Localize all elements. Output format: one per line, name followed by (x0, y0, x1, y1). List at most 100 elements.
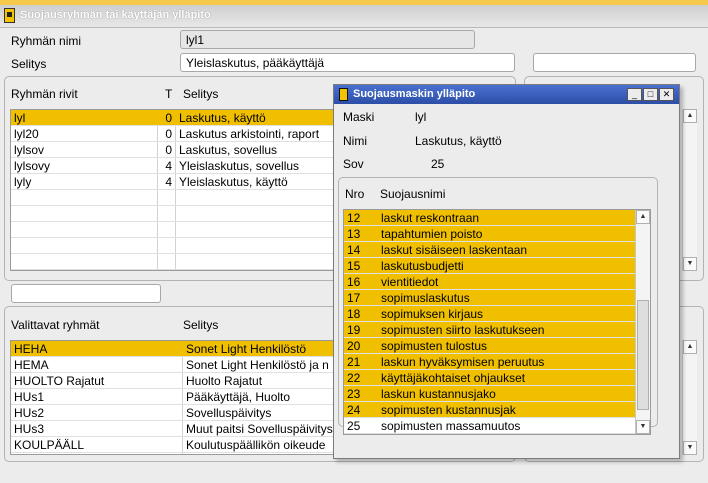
maximize-icon[interactable]: □ (643, 88, 658, 101)
dialog-logo-icon (339, 88, 348, 101)
table-row[interactable]: HEHA Sonet Light Henkilöstö (11, 341, 334, 357)
item-nro: 14 (347, 243, 361, 257)
mask-dialog: Suojausmaskin ylläpito _ □ ✕ Maski lyl N… (333, 84, 680, 459)
right-field[interactable] (533, 53, 696, 72)
window-title: Suojausryhmän tai käyttäjän ylläpito (20, 9, 211, 21)
item-name: laskut reskontraan (381, 211, 480, 225)
dialog-header-nro: Nro (345, 187, 365, 201)
right-lower-scrollbar[interactable]: ▲ ▼ (682, 340, 697, 455)
row-desc: Laskutus, käyttö (179, 111, 266, 125)
list-item[interactable]: 25 sopimusten massamuutos (344, 418, 635, 434)
item-nro: 18 (347, 307, 361, 321)
item-name: sopimusten tulostus (381, 339, 488, 353)
group-desc: Pääkäyttäjä, Huolto (186, 390, 291, 404)
nimi-value: Laskutus, käyttö (415, 134, 502, 148)
maski-value: lyl (415, 110, 427, 124)
table-row[interactable]: KOULPÄÄLL Koulutuspäällikön oikeude (11, 437, 334, 453)
table-row[interactable]: HUs1 Pääkäyttäjä, Huolto (11, 389, 334, 405)
scroll-down-icon[interactable]: ▼ (683, 441, 697, 455)
groups-header-name: Valittavat ryhmät (11, 318, 100, 332)
list-item[interactable]: 13 tapahtumien poisto (344, 226, 635, 242)
list-item[interactable]: 12 laskut reskontraan (344, 210, 635, 226)
right-upper-scrollbar[interactable]: ▲ ▼ (682, 109, 697, 271)
item-name: käyttäjäkohtaiset ohjaukset (381, 371, 526, 385)
list-item[interactable]: 23 laskun kustannusjako (344, 386, 635, 402)
table-row[interactable]: lylsov 0 Laskutus, sovellus (11, 142, 334, 158)
table-row[interactable]: HUs3 Muut paitsi Sovelluspäivitys (11, 421, 334, 437)
list-item[interactable]: 15 laskutusbudjetti (344, 258, 635, 274)
list-item[interactable]: 18 sopimuksen kirjaus (344, 306, 635, 322)
close-icon[interactable]: ✕ (659, 88, 674, 101)
list-item[interactable]: 24 sopimusten kustannusjak (344, 402, 635, 418)
row-t: 4 (165, 159, 172, 173)
dialog-scrollbar[interactable]: ▲ ▼ (635, 210, 650, 434)
nimi-label: Nimi (343, 134, 367, 148)
item-nro: 25 (347, 419, 361, 433)
group-name: KOULPÄÄLL (14, 438, 85, 452)
table-row[interactable]: HUs2 Sovelluspäivitys (11, 405, 334, 421)
list-item[interactable]: 22 käyttäjäkohtaiset ohjaukset (344, 370, 635, 386)
empty-row (11, 238, 334, 254)
scroll-down-icon[interactable]: ▼ (636, 420, 650, 434)
app-logo-icon (4, 8, 15, 23)
row-name: lyly (14, 175, 32, 189)
item-nro: 23 (347, 387, 361, 401)
table-row[interactable]: lylsovy 4 Yleislaskutus, sovellus (11, 158, 334, 174)
dialog-title-bar[interactable]: Suojausmaskin ylläpito _ □ ✕ (334, 85, 679, 104)
row-t: 0 (165, 143, 172, 157)
rows-header-name: Ryhmän rivit (11, 87, 78, 101)
item-name: laskun kustannusjako (381, 387, 496, 401)
rows-header-selitys: Selitys (183, 87, 219, 101)
row-desc: Laskutus arkistointi, raport (179, 127, 320, 141)
row-desc: Yleislaskutus, sovellus (179, 159, 300, 173)
group-desc: Sonet Light Henkilöstö ja n (186, 358, 329, 372)
group-name: HUs1 (14, 390, 45, 404)
list-item[interactable]: 20 sopimusten tulostus (344, 338, 635, 354)
item-nro: 17 (347, 291, 361, 305)
item-nro: 13 (347, 227, 361, 241)
filter-field[interactable] (11, 284, 161, 303)
group-desc: Huolto Rajatut (186, 374, 263, 388)
empty-row (11, 254, 334, 270)
scroll-up-icon[interactable]: ▲ (683, 109, 697, 123)
table-row[interactable]: lyl 0 Laskutus, käyttö (11, 110, 334, 126)
table-row[interactable]: lyly 4 Yleislaskutus, käyttö (11, 174, 334, 190)
item-name: sopimuslaskutus (381, 291, 470, 305)
selitys-field[interactable]: Yleislaskutus, pääkäyttäjä (180, 53, 515, 72)
item-name: tapahtumien poisto (381, 227, 483, 241)
list-item[interactable]: 19 sopimusten siirto laskutukseen (344, 322, 635, 338)
table-row[interactable]: HEMA Sonet Light Henkilöstö ja n (11, 357, 334, 373)
item-nro: 24 (347, 403, 361, 417)
row-desc: Laskutus, sovellus (179, 143, 278, 157)
item-name: sopimuksen kirjaus (381, 307, 484, 321)
item-name: sopimusten kustannusjak (381, 403, 516, 417)
list-item[interactable]: 17 sopimuslaskutus (344, 290, 635, 306)
item-name: vientitiedot (381, 275, 439, 289)
scroll-down-icon[interactable]: ▼ (683, 257, 697, 271)
scroll-up-icon[interactable]: ▲ (636, 210, 650, 224)
list-item[interactable]: 21 laskun hyväksymisen peruutus (344, 354, 635, 370)
group-desc: Muut paitsi Sovelluspäivitys (186, 422, 333, 436)
group-desc: Sonet Light Henkilöstö (186, 342, 307, 356)
list-item[interactable]: 14 laskut sisäiseen laskentaan (344, 242, 635, 258)
item-name: laskun hyväksymisen peruutus (381, 355, 545, 369)
row-name: lyl (14, 111, 26, 125)
ryhman-nimi-field[interactable]: lyl1 (180, 30, 475, 49)
ryhman-nimi-label: Ryhmän nimi (11, 34, 82, 48)
item-name: laskutusbudjetti (381, 259, 464, 273)
scroll-up-icon[interactable]: ▲ (683, 340, 697, 354)
dialog-title: Suojausmaskin ylläpito (353, 88, 476, 100)
list-item[interactable]: 16 vientitiedot (344, 274, 635, 290)
group-name: HEHA (14, 342, 48, 356)
item-name: sopimusten massamuutos (381, 419, 521, 433)
item-nro: 12 (347, 211, 361, 225)
row-t: 0 (165, 111, 172, 125)
group-name: HUOLTO Rajatut (14, 374, 105, 388)
table-row[interactable]: HUOLTO Rajatut Huolto Rajatut (11, 373, 334, 389)
dialog-list: 12 laskut reskontraan 13 tapahtumien poisto… (343, 209, 651, 435)
group-name: HEMA (14, 358, 49, 372)
table-row[interactable]: lyl20 0 Laskutus arkistointi, raport (11, 126, 334, 142)
minimize-icon[interactable]: _ (627, 88, 642, 101)
groups-table: HEHA Sonet Light Henkilöstö HEMA Sonet Ligh… (10, 340, 335, 455)
scroll-thumb[interactable] (637, 300, 649, 410)
